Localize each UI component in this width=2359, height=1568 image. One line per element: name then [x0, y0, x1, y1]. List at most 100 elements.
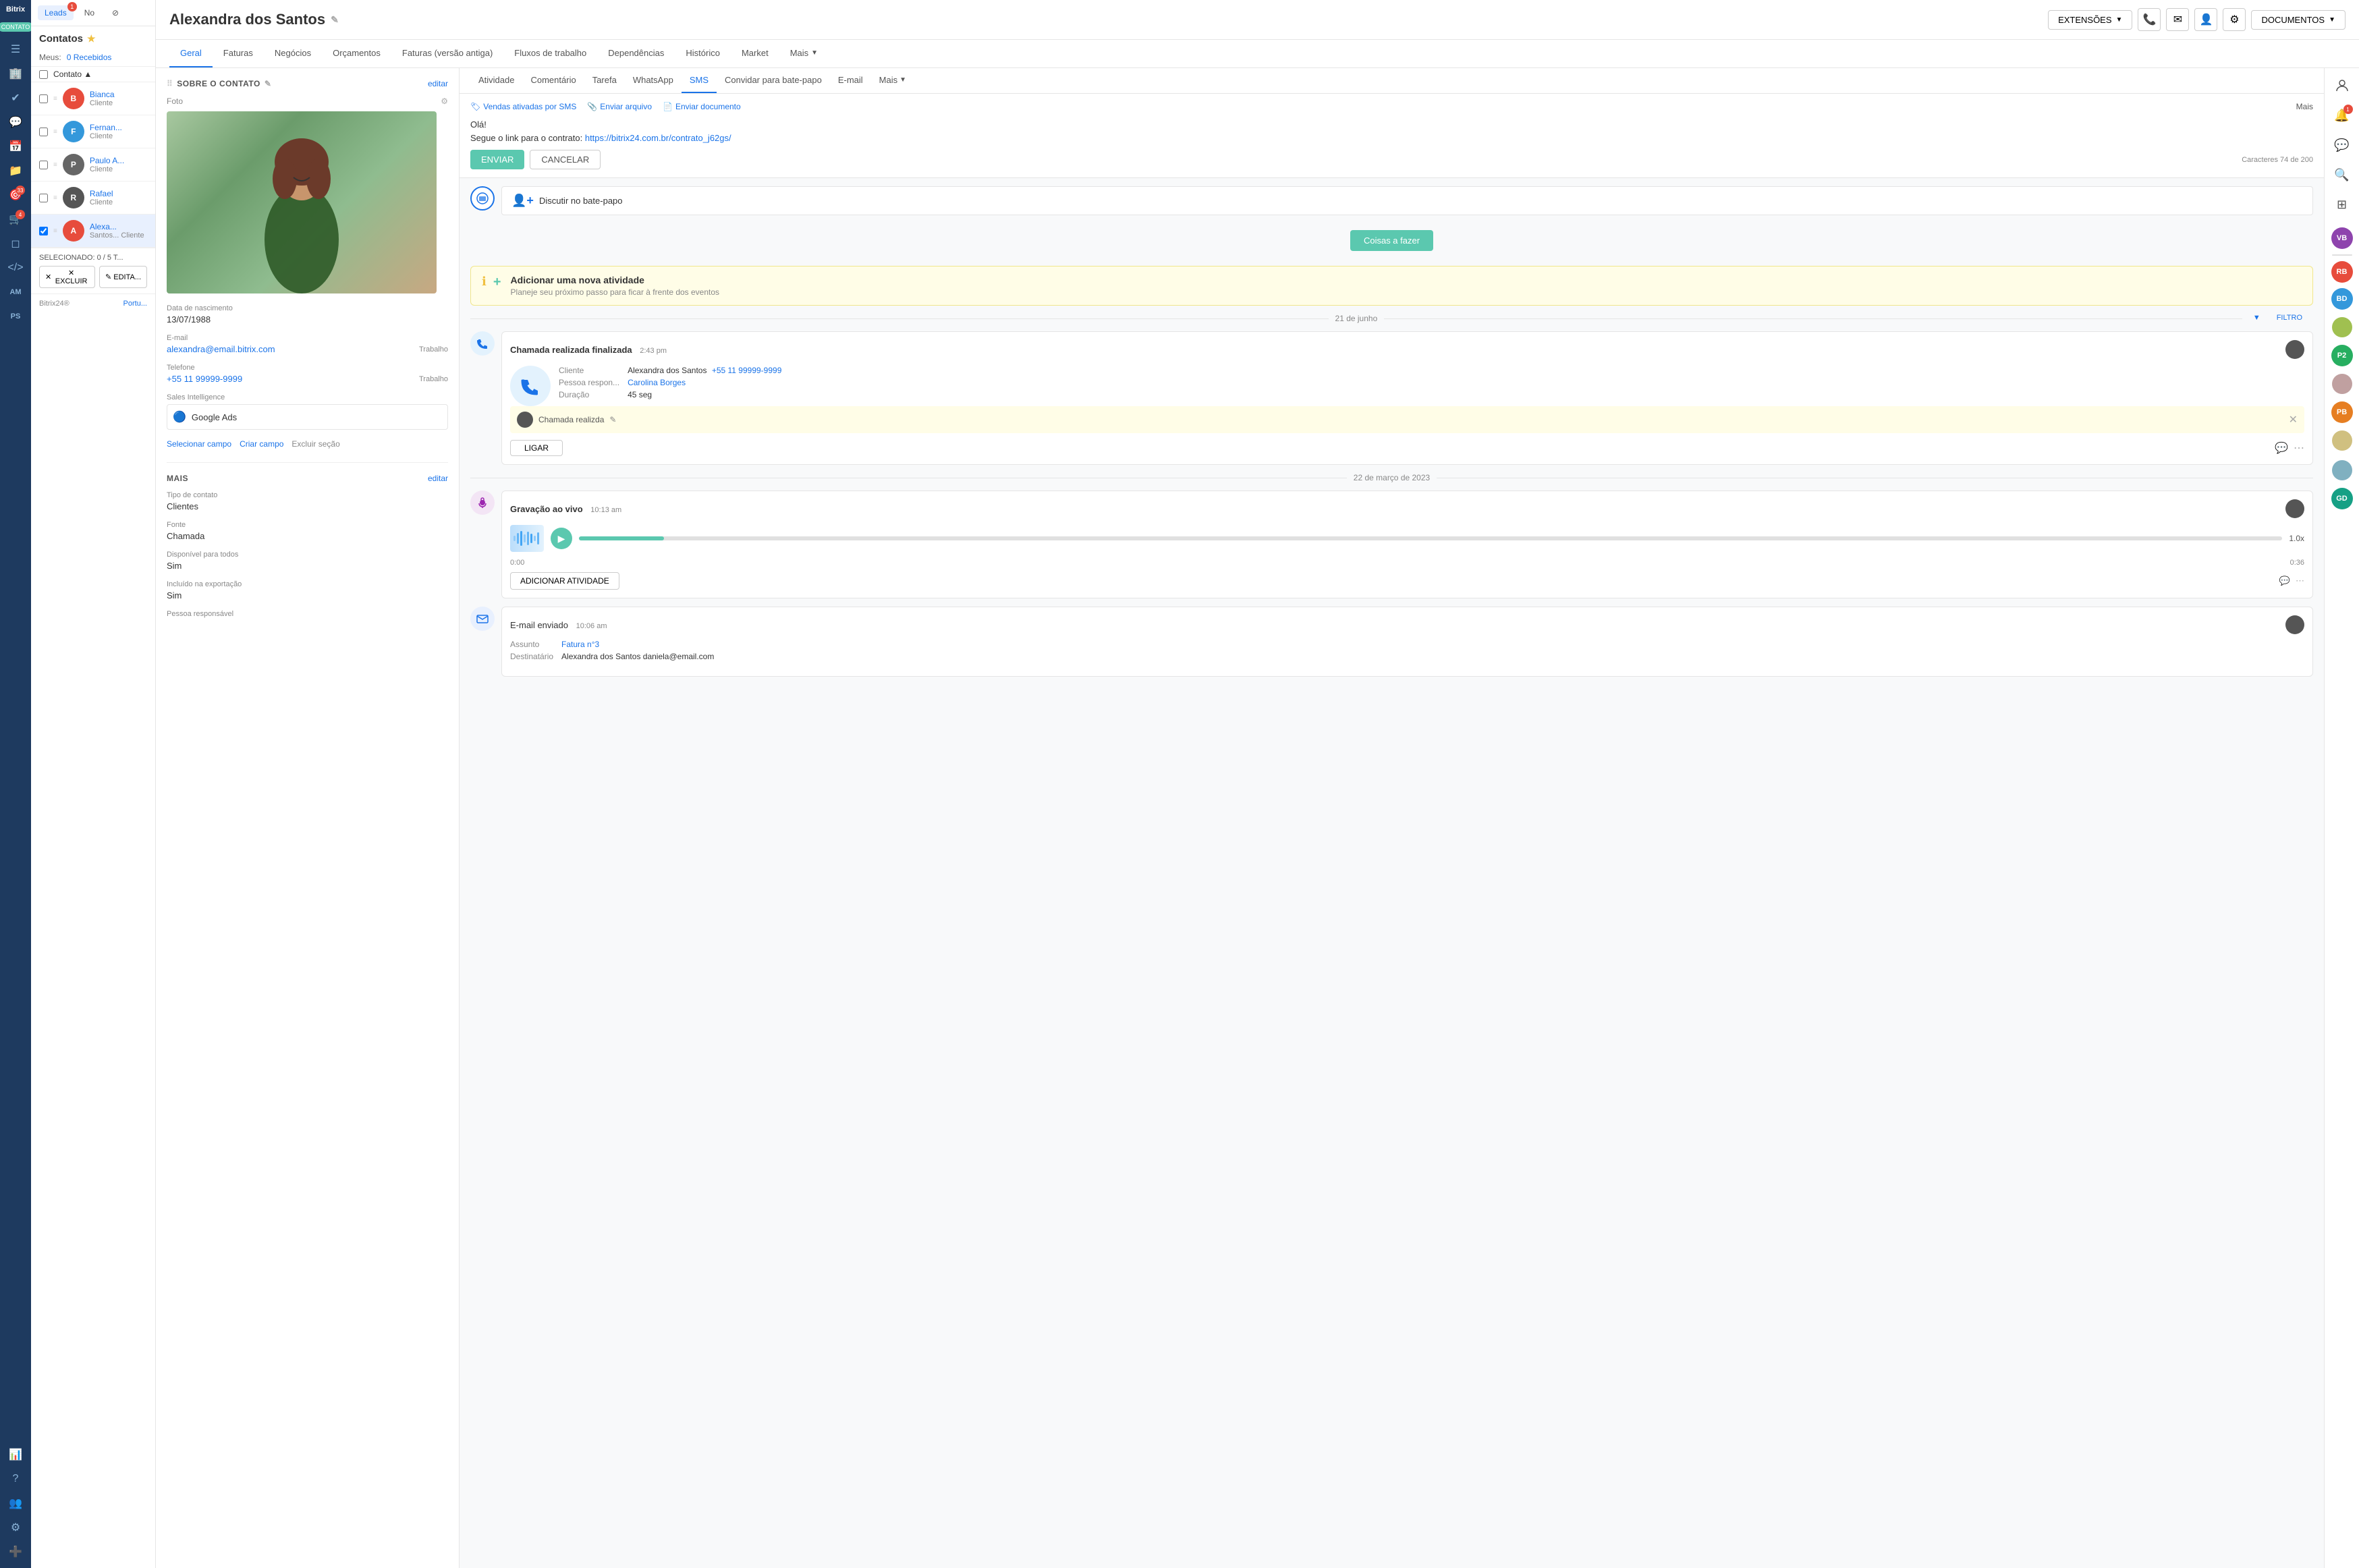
sidebar-item-settings[interactable]: ⚙: [5, 1517, 26, 1538]
tab-whatsapp[interactable]: WhatsApp: [625, 68, 682, 93]
sidebar-item-tasks[interactable]: ✔: [5, 87, 26, 109]
comment-icon[interactable]: 💬: [2275, 441, 2288, 455]
filter-value[interactable]: 0 Recebidos: [67, 53, 112, 62]
tab-tarefa[interactable]: Tarefa: [584, 68, 625, 93]
avatar-pb[interactable]: PB: [2331, 401, 2353, 423]
select-all-checkbox[interactable]: [39, 70, 48, 79]
play-button[interactable]: ▶: [551, 528, 572, 549]
contact-sort[interactable]: Contato ▲: [53, 69, 92, 79]
contact-checkbox[interactable]: [39, 128, 48, 136]
sidebar-item-plus[interactable]: ➕: [5, 1541, 26, 1563]
subject-value[interactable]: Fatura n°3: [561, 640, 2304, 649]
tab-dependencias[interactable]: Dependências: [597, 40, 675, 67]
tab-email[interactable]: E-mail: [830, 68, 871, 93]
tab-negocios[interactable]: Negócios: [264, 40, 322, 67]
phone-link[interactable]: +55 11 99999-9999: [712, 366, 782, 375]
avatar-rb[interactable]: RB: [2331, 261, 2353, 283]
sidebar-item-am[interactable]: AM: [5, 281, 26, 303]
comment-icon[interactable]: 💬: [2279, 576, 2290, 586]
contact-item-selected[interactable]: ≡ A Alexa... Santos... Cliente: [31, 215, 155, 248]
more-options-icon[interactable]: ⋯: [2294, 441, 2304, 455]
tab-faturas[interactable]: Faturas: [213, 40, 264, 67]
sidebar-item-deals[interactable]: 🎯 33: [5, 184, 26, 206]
no-tab[interactable]: No: [78, 5, 101, 20]
title-edit-icon[interactable]: ✎: [331, 14, 339, 26]
sidebar-item-calendar[interactable]: 📅: [5, 136, 26, 157]
avatar-bd[interactable]: BD: [2331, 288, 2353, 310]
contact-checkbox[interactable]: [39, 161, 48, 169]
select-field-link[interactable]: Selecionar campo: [167, 439, 231, 449]
tab-faturas-antiga[interactable]: Faturas (versão antiga): [391, 40, 503, 67]
enviar-arquivo-link[interactable]: 📎 Enviar arquivo: [587, 102, 652, 111]
tab-comentario[interactable]: Comentário: [522, 68, 584, 93]
filter-button[interactable]: ▼ FILTRO: [2242, 314, 2313, 322]
create-field-link[interactable]: Criar campo: [240, 439, 283, 449]
sidebar-grid-icon[interactable]: ⊞: [2330, 192, 2354, 217]
sidebar-item-ps[interactable]: PS: [5, 306, 26, 327]
sidebar-item-drive[interactable]: 📁: [5, 160, 26, 181]
star-icon[interactable]: ★: [87, 33, 96, 45]
leads-tab[interactable]: Leads 1: [38, 5, 74, 20]
contact-item[interactable]: ≡ F Fernan... Cliente: [31, 115, 155, 148]
phone-button[interactable]: 📞: [2138, 8, 2161, 31]
email-link[interactable]: alexandra@email.bitrix.com: [167, 344, 275, 354]
cancelar-button[interactable]: CANCELAR: [530, 150, 601, 169]
add-activity-button[interactable]: ADICIONAR ATIVIDADE: [510, 572, 619, 590]
sidebar-item-dev[interactable]: </>: [5, 257, 26, 279]
tab-mais[interactable]: Mais ▼: [779, 40, 829, 67]
person-button[interactable]: 👤: [2194, 8, 2217, 31]
edit-section-link[interactable]: editar: [428, 79, 448, 88]
contact-checkbox[interactable]: [39, 194, 48, 202]
avatar-gd[interactable]: GD: [2331, 488, 2353, 509]
avatar-photo-3[interactable]: [2330, 428, 2354, 453]
sidebar-item-analytics[interactable]: 📊: [5, 1444, 26, 1465]
exclude-section-link[interactable]: Excluir seção: [292, 439, 339, 449]
sidebar-item-shop[interactable]: 🛒 4: [5, 208, 26, 230]
add-plus-icon[interactable]: +: [493, 275, 501, 290]
sidebar-item-sites[interactable]: ◻: [5, 233, 26, 254]
vendas-link[interactable]: 🏷 Vendas ativadas por SMS: [470, 102, 576, 111]
tab-orcamentos[interactable]: Orçamentos: [322, 40, 391, 67]
settings-button[interactable]: ⚙: [2223, 8, 2246, 31]
documents-button[interactable]: DOCUMENTOS ▼: [2251, 10, 2346, 30]
discuss-bar[interactable]: 👤+ Discutir no bate-papo: [501, 186, 2313, 215]
tab-convidar[interactable]: Convidar para bate-papo: [717, 68, 830, 93]
sidebar-search-icon[interactable]: 🔍: [2330, 163, 2354, 187]
tab-market[interactable]: Market: [731, 40, 779, 67]
contact-checkbox[interactable]: [39, 227, 48, 235]
sidebar-item-help[interactable]: ?: [5, 1468, 26, 1490]
enviar-documento-link[interactable]: 📄 Enviar documento: [663, 102, 741, 111]
avatar-photo-4[interactable]: [2330, 458, 2354, 482]
tab-fluxos[interactable]: Fluxos de trabalho: [503, 40, 597, 67]
enviar-button[interactable]: ENVIAR: [470, 150, 524, 169]
sidebar-bell-icon[interactable]: 🔔 1: [2330, 103, 2354, 128]
avatar-p2[interactable]: P2: [2331, 345, 2353, 366]
edit-button[interactable]: ✎ EDITA...: [99, 266, 147, 288]
sidebar-item-menu[interactable]: ☰: [5, 38, 26, 60]
tab-mais[interactable]: Mais ▼: [871, 68, 914, 93]
progress-bar[interactable]: [579, 536, 2282, 540]
sidebar-item-people[interactable]: 👥: [5, 1492, 26, 1514]
close-tab[interactable]: ⊘: [105, 5, 126, 20]
more-options-icon[interactable]: ⋯: [2296, 576, 2304, 586]
mail-button[interactable]: ✉: [2166, 8, 2189, 31]
tab-sms[interactable]: SMS: [682, 68, 717, 93]
tab-atividade[interactable]: Atividade: [470, 68, 522, 93]
sidebar-item-chat[interactable]: 💬: [5, 111, 26, 133]
contact-item[interactable]: ≡ P Paulo A... Cliente: [31, 148, 155, 181]
avatar-photo-1[interactable]: [2330, 315, 2354, 339]
phone-link[interactable]: +55 11 99999-9999: [167, 374, 242, 384]
sidebar-item-crm[interactable]: 🏢: [5, 63, 26, 84]
tab-geral[interactable]: Geral: [169, 40, 213, 67]
tab-historico[interactable]: Histórico: [675, 40, 731, 67]
exclude-button[interactable]: ✕ ✕ EXCLUIR: [39, 266, 95, 288]
coisas-fazer-button[interactable]: Coisas a fazer: [1350, 230, 1433, 251]
mais-link[interactable]: Mais: [2296, 102, 2313, 111]
section-edit-icon[interactable]: ✎: [265, 79, 272, 88]
ligar-button[interactable]: LIGAR: [510, 440, 563, 456]
mais-edit-link[interactable]: editar: [428, 474, 448, 483]
extensions-button[interactable]: EXTENSÕES ▼: [2048, 10, 2132, 30]
avatar-vb[interactable]: VB: [2331, 227, 2353, 249]
contact-item[interactable]: ≡ B Bianca Cliente: [31, 82, 155, 115]
sidebar-person-icon[interactable]: [2330, 74, 2354, 98]
